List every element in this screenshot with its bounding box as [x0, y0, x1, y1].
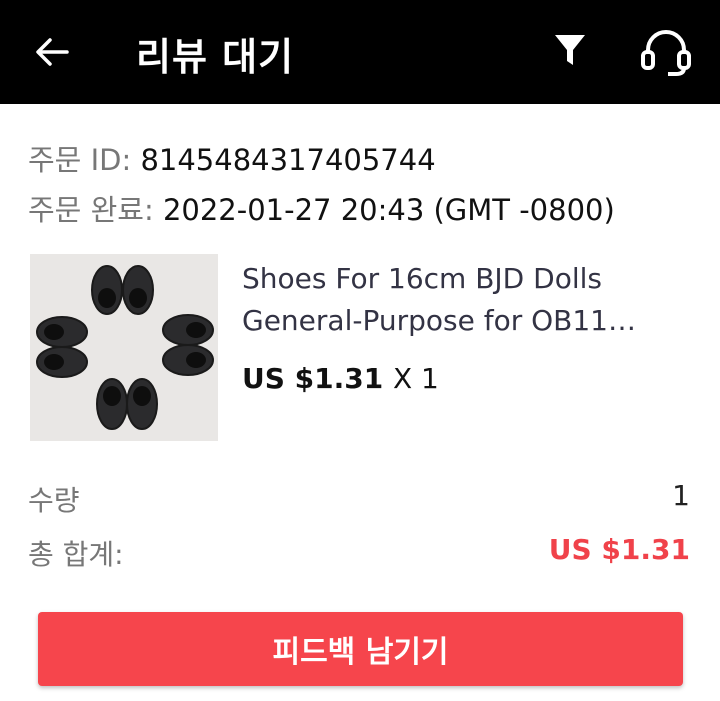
product-image[interactable] — [30, 254, 218, 441]
order-id-label: 주문 ID: — [28, 143, 132, 177]
product-price-row: US $1.31 X 1 — [242, 362, 439, 395]
total-label: 총 합계: — [28, 538, 124, 571]
order-completed-row: 주문 완료: 2022-01-27 20:43 (GMT -0800) — [28, 187, 615, 229]
page-title: 리뷰 대기 — [136, 35, 295, 79]
arrow-left-icon — [36, 38, 69, 66]
filter-button[interactable] — [552, 31, 588, 71]
quantity-label: 수량 — [28, 484, 80, 517]
product-quantity-multiplier: X 1 — [392, 362, 439, 395]
product-price: US $1.31 — [242, 362, 384, 395]
customer-support-button[interactable] — [638, 26, 694, 78]
leave-feedback-button[interactable]: 피드백 남기기 — [38, 612, 683, 686]
back-button[interactable] — [30, 30, 74, 74]
order-completed-label: 주문 완료: — [28, 193, 154, 227]
product-title-line1: Shoes For 16cm BJD Dolls — [242, 262, 602, 295]
app-header: 리뷰 대기 — [0, 0, 720, 104]
order-id-value: 8145484317405744 — [140, 143, 436, 177]
headset-icon — [641, 30, 691, 76]
filter-icon — [555, 35, 585, 65]
product-title-line2: General-Purpose for OB11… — [242, 304, 636, 337]
quantity-value: 1 — [672, 479, 690, 512]
product-title[interactable]: Shoes For 16cm BJD Dolls General-Purpose… — [242, 258, 682, 342]
total-value: US $1.31 — [548, 533, 690, 566]
order-id-row: 주문 ID: 8145484317405744 — [28, 137, 436, 179]
order-completed-value: 2022-01-27 20:43 (GMT -0800) — [162, 193, 615, 227]
doll-shoes-image — [30, 254, 218, 441]
